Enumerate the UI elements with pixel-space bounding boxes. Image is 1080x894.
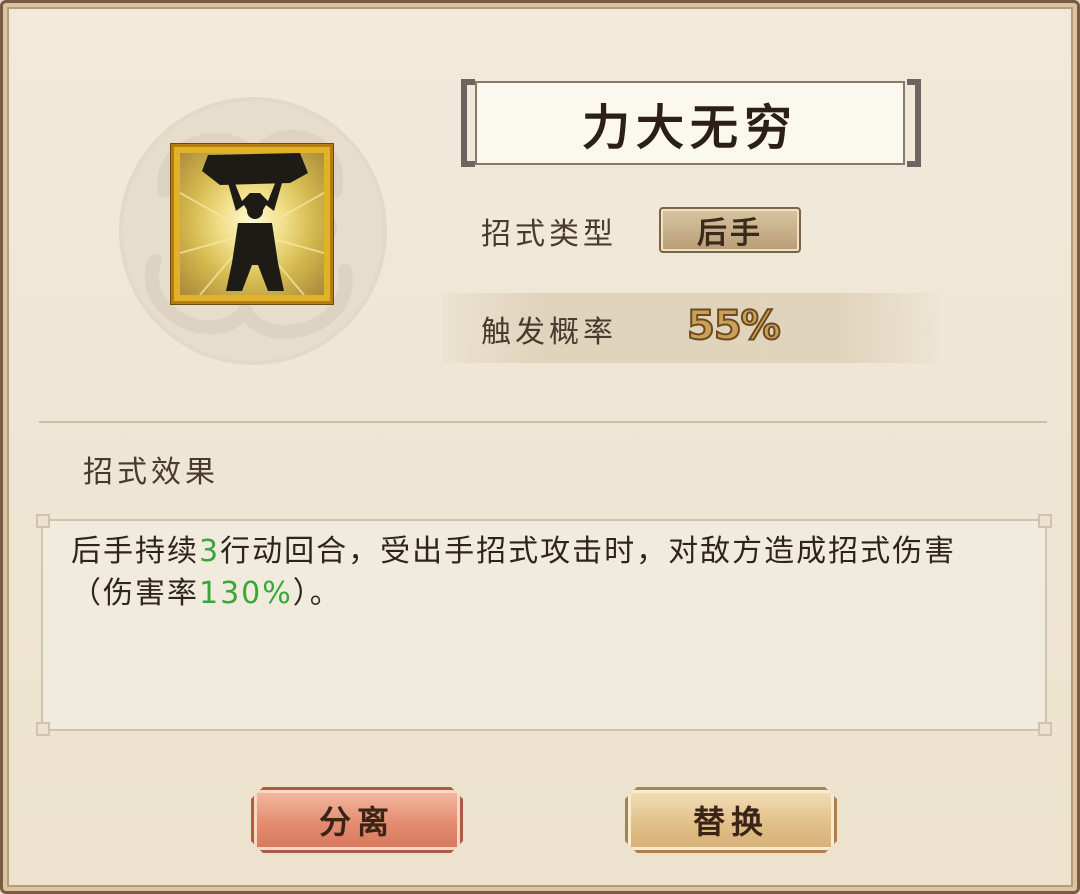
effect-description: 后手持续3行动回合，受出手招式攻击时，对敌方造成招式伤害（伤害率130%）。 (71, 531, 1011, 615)
effect-description-box: 后手持续3行动回合，受出手招式攻击时，对敌方造成招式伤害（伤害率130%）。 (36, 514, 1052, 736)
effect-duration: 3 (199, 534, 221, 569)
desc-corner-bl (36, 722, 50, 736)
skill-icon-frame[interactable] (171, 144, 333, 304)
effect-damage-rate: 130% (199, 576, 293, 611)
desc-corner-tr (1038, 514, 1052, 528)
replace-button[interactable]: 替换 (625, 787, 837, 853)
effect-text-part-1: 后手持续 (71, 534, 199, 569)
split-button[interactable]: 分离 (251, 787, 463, 853)
trigger-rate-value: 55% (686, 302, 782, 350)
trigger-rate-label: 触发概率 (481, 315, 617, 350)
title-bracket-right (907, 79, 921, 167)
title-bracket-left (461, 79, 475, 167)
effect-text-part-3: ）。 (292, 576, 342, 611)
skill-name: 力大无穷 (581, 100, 798, 156)
skill-type-badge: 后手 (659, 207, 801, 253)
desc-corner-tl (36, 514, 50, 528)
skill-type-label: 招式类型 (481, 217, 617, 252)
effect-title: 招式效果 (83, 455, 219, 490)
skill-detail-panel: 力大无穷 招式类型 后手 触发概率 55% 招式效果 后手持续3行动回合，受出手… (0, 0, 1080, 894)
skill-name-box: 力大无穷 (475, 81, 905, 165)
section-divider (39, 421, 1047, 423)
strongman-lifting-boulder-icon (180, 153, 324, 295)
desc-corner-br (1038, 722, 1052, 736)
